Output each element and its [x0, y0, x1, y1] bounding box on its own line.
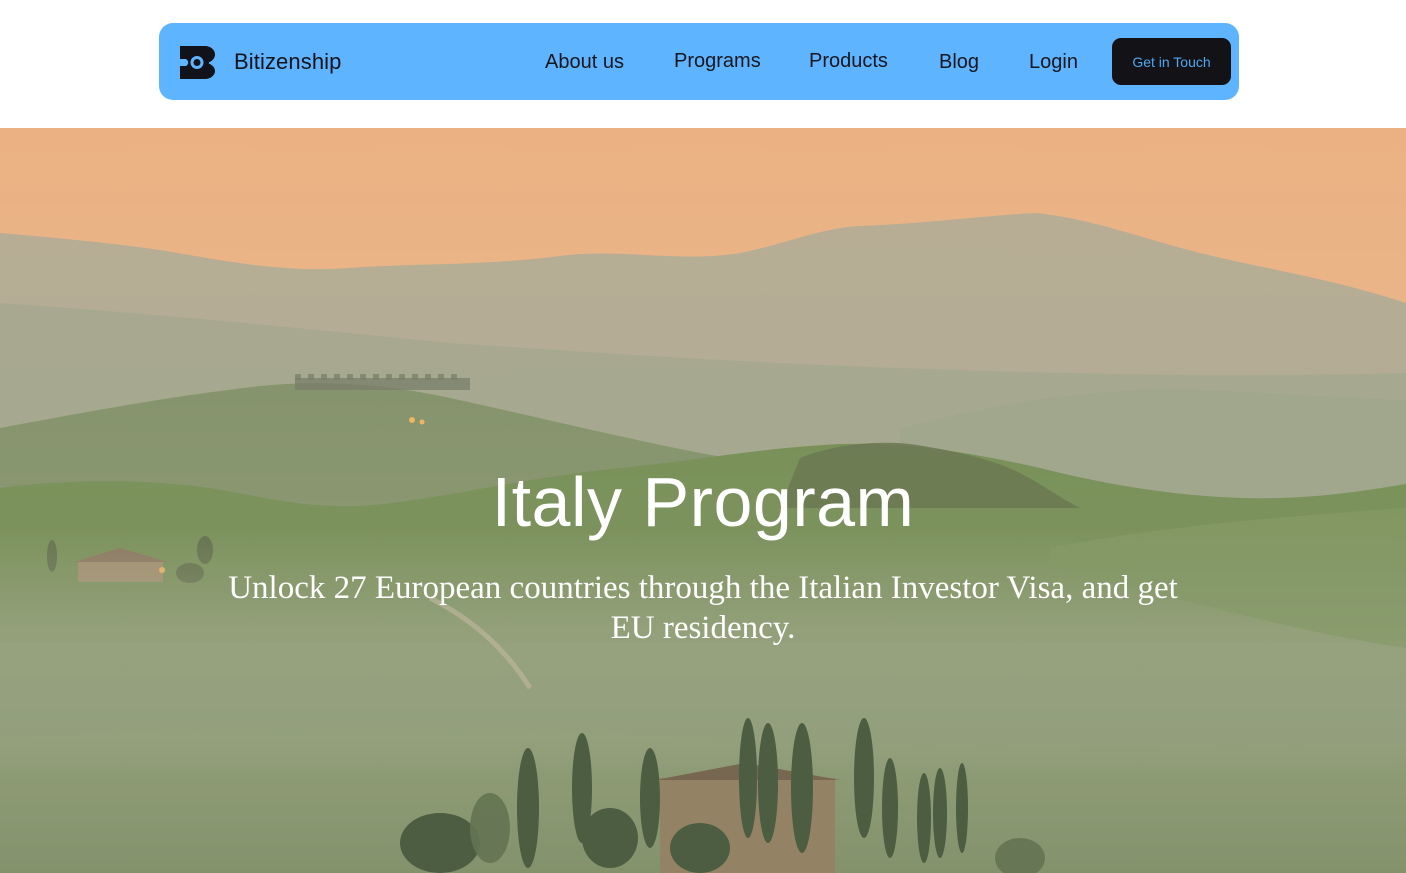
- bitizenship-logo-icon: [180, 45, 215, 79]
- get-in-touch-button[interactable]: Get in Touch: [1112, 38, 1231, 85]
- hero-title: Italy Program: [491, 463, 915, 541]
- brand-name: Bitizenship: [234, 49, 342, 74]
- nav-link-products[interactable]: Products: [809, 49, 888, 73]
- nav-link-login[interactable]: Login: [1029, 50, 1078, 74]
- page-header-area: Bitizenship About us Programs Products B…: [0, 0, 1406, 128]
- brand-home-link[interactable]: Bitizenship: [180, 44, 342, 80]
- hero-subtitle: Unlock 27 European countries through the…: [228, 570, 1178, 646]
- nav-link-blog[interactable]: Blog: [939, 50, 979, 74]
- nav-link-programs[interactable]: Programs: [674, 49, 761, 73]
- hero-section: Italy Program Unlock 27 European countri…: [0, 128, 1406, 873]
- main-navbar: Bitizenship About us Programs Products B…: [159, 23, 1239, 100]
- nav-link-about-us[interactable]: About us: [545, 50, 624, 74]
